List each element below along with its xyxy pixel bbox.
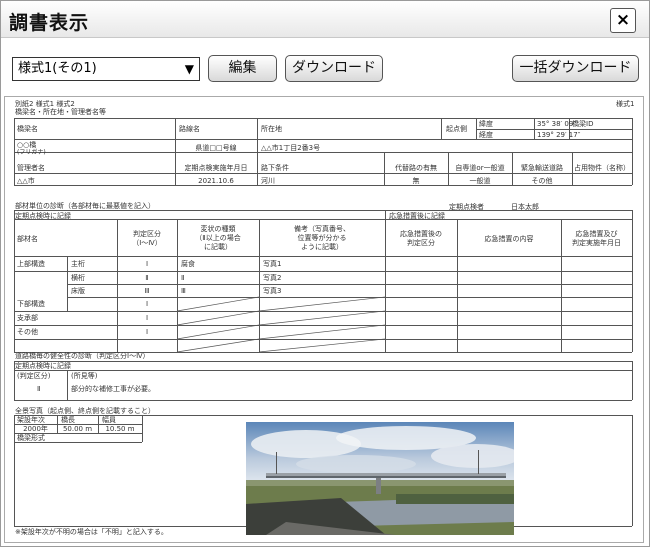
value-construction-year: 2000年 <box>23 425 48 433</box>
periodic-record-note-2: 定期点検時に記録 <box>15 362 71 370</box>
label-overall-judgement: (判定区分) <box>17 372 51 380</box>
document-viewer-window: 調書表示 × 様式1(その1) ▼ 編集 ダウンロード 一括ダウンロード 別紙2… <box>0 0 650 547</box>
bulk-download-button[interactable]: 一括ダウンロード <box>512 55 639 82</box>
document-preview[interactable]: 別紙2 様式1 様式2 橋梁名・所在地・管理者名等 様式1 橋梁名 路線名 所在… <box>4 96 644 543</box>
value-findings: 部分的な補修工事が必要。 <box>71 385 155 393</box>
label-construction-year: 架設年次 <box>17 416 45 424</box>
dropdown-arrow-icon: ▼ <box>184 62 194 76</box>
close-button[interactable]: × <box>610 8 636 33</box>
label-bridge-length: 橋長 <box>61 416 75 424</box>
window-title: 調書表示 <box>9 12 90 34</box>
label-bridge-type: 橋梁形式 <box>17 434 45 442</box>
value-bridge-length: 50.00 m <box>62 425 93 433</box>
form-select[interactable]: 様式1(その1) ▼ <box>12 57 200 81</box>
footnote: ※架設年次が不明の場合は「不明」と記入する。 <box>15 528 168 536</box>
section-overview-photo: 全景写真（起点側、終点側を記載すること） <box>15 407 155 415</box>
label-width: 幅員 <box>102 416 116 424</box>
form-select-value: 様式1(その1) <box>18 61 97 76</box>
download-button[interactable]: ダウンロード <box>285 55 383 82</box>
value-width: 10.50 m <box>105 425 135 433</box>
edit-button[interactable]: 編集 <box>208 55 277 82</box>
bridge-overview-photo <box>246 422 514 535</box>
title-bar: 調書表示 × <box>1 1 649 38</box>
inspection-report-sheet: 別紙2 様式1 様式2 橋梁名・所在地・管理者名等 様式1 橋梁名 路線名 所在… <box>9 97 637 542</box>
section-soundness: 道路橋毎の健全性の診断（判定区分Ⅰ～Ⅳ） <box>15 352 150 360</box>
value-overall-judgement: Ⅱ <box>37 385 41 393</box>
label-findings: (所見等) <box>71 372 98 380</box>
